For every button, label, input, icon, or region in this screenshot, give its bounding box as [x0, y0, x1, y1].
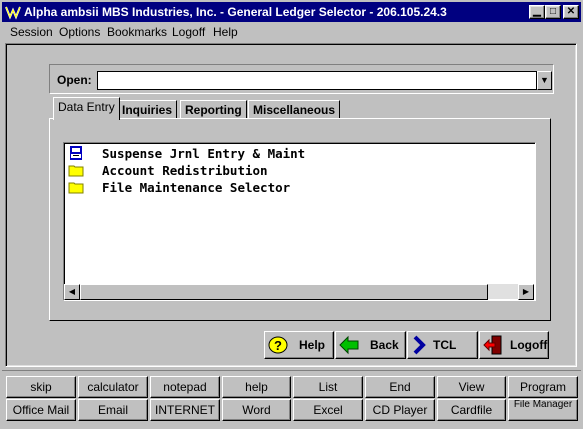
minimize-button[interactable]: ▁ [529, 5, 545, 19]
tcl-chevron-icon [413, 335, 426, 355]
logoff-button-label: Logoff [510, 338, 548, 352]
back-button[interactable]: Back [335, 331, 406, 359]
shortcut-file-manager-button[interactable]: File Manager [508, 399, 578, 421]
shortcut-office-mail-button[interactable]: Office Mail [6, 399, 76, 421]
folder-icon [68, 182, 84, 194]
tab-reporting[interactable]: Reporting [180, 100, 247, 119]
app-icon[interactable] [5, 4, 21, 20]
dropdown-arrow-icon: ▼ [540, 75, 549, 85]
printer-icon [70, 146, 82, 160]
tab-data-entry[interactable]: Data Entry [53, 97, 120, 120]
menu-help[interactable]: Help [213, 25, 238, 39]
list-item[interactable]: Suspense Jrnl Entry & Maint [66, 145, 526, 161]
list-item-label: File Maintenance Selector [102, 180, 291, 195]
shortcut-help-button[interactable]: help [222, 376, 291, 398]
list-item-label: Suspense Jrnl Entry & Maint [102, 146, 306, 161]
menu-session[interactable]: Session [10, 25, 53, 39]
shortcut-notepad-button[interactable]: notepad [150, 376, 220, 398]
menu-options[interactable]: Options [59, 25, 100, 39]
list-item[interactable]: Account Redistribution [66, 162, 526, 178]
list-item[interactable]: File Maintenance Selector [66, 179, 526, 195]
svg-text:?: ? [274, 338, 282, 353]
list-item-label: Account Redistribution [102, 163, 268, 178]
help-button[interactable]: ? Help [264, 331, 334, 359]
menu-bar: Session Options Bookmarks Logoff Help [2, 22, 581, 42]
back-button-label: Back [370, 338, 399, 352]
back-arrow-icon [339, 335, 359, 355]
shortcut-excel-button[interactable]: Excel [293, 399, 363, 421]
horizontal-scrollbar[interactable]: ◀ ▶ [64, 284, 534, 300]
shortcut-email-button[interactable]: Email [78, 399, 148, 421]
shortcut-end-button[interactable]: End [365, 376, 435, 398]
left-arrow-icon: ◀ [68, 287, 76, 296]
shortcut-calculator-button[interactable]: calculator [78, 376, 148, 398]
shortcut-view-button[interactable]: View [437, 376, 506, 398]
window-title: Alpha ambsii MBS Industries, Inc. - Gene… [24, 5, 447, 19]
close-icon: ✕ [566, 6, 576, 17]
scroll-left-button[interactable]: ◀ [64, 284, 80, 300]
maximize-button[interactable]: □ [545, 5, 561, 19]
folder-icon [68, 165, 84, 177]
scroll-right-button[interactable]: ▶ [518, 284, 534, 300]
open-dropdown-button[interactable]: ▼ [537, 71, 552, 90]
menu-logoff[interactable]: Logoff [172, 25, 205, 39]
maximize-icon: □ [549, 6, 557, 17]
open-input[interactable] [97, 71, 537, 90]
right-arrow-icon: ▶ [522, 287, 530, 296]
logoff-door-icon [483, 335, 502, 355]
shortcut-word-button[interactable]: Word [222, 399, 291, 421]
tcl-button-label: TCL [433, 338, 457, 352]
open-label: Open: [57, 73, 92, 87]
tab-miscellaneous[interactable]: Miscellaneous [248, 100, 341, 119]
close-button[interactable]: ✕ [563, 5, 579, 19]
help-question-icon: ? [268, 336, 288, 354]
minimize-icon: ▁ [533, 6, 541, 17]
title-bar: Alpha ambsii MBS Industries, Inc. - Gene… [2, 2, 581, 22]
shortcut-cardfile-button[interactable]: Cardfile [437, 399, 506, 421]
selector-list[interactable]: Suspense Jrnl Entry & Maint Account Redi… [63, 142, 536, 301]
shortcut-list-button[interactable]: List [293, 376, 363, 398]
shortcut-skip-button[interactable]: skip [6, 376, 76, 398]
scroll-thumb[interactable] [80, 284, 488, 300]
shortcut-internet-button[interactable]: INTERNET [150, 399, 220, 421]
shortcut-program-button[interactable]: Program [508, 376, 578, 398]
logoff-button[interactable]: Logoff [479, 331, 549, 359]
menu-bookmarks[interactable]: Bookmarks [107, 25, 167, 39]
shortcut-cd-player-button[interactable]: CD Player [365, 399, 435, 421]
help-button-label: Help [299, 338, 326, 352]
tcl-button[interactable]: TCL [407, 331, 478, 359]
tab-inquiries[interactable]: Inquiries [117, 100, 178, 119]
